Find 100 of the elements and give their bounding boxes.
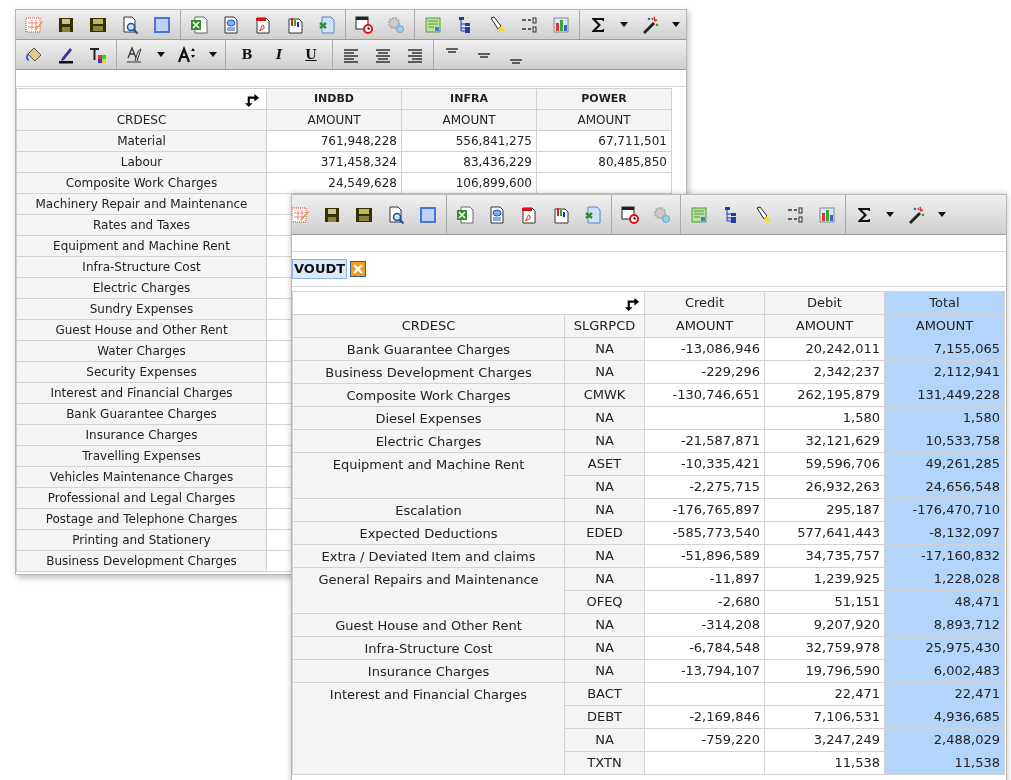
row-header: CRDESC bbox=[16, 109, 267, 131]
table-cell: 2,488,029 bbox=[884, 728, 1005, 752]
bold-button[interactable]: B bbox=[234, 43, 260, 66]
row-label: Guest House and Other Rent bbox=[16, 319, 267, 341]
row-label: Equipment and Machine Rent bbox=[292, 452, 565, 499]
spreadsheet-export-icon[interactable] bbox=[583, 204, 603, 225]
column-header: AMOUNT bbox=[644, 314, 765, 338]
pdf-icon[interactable] bbox=[253, 14, 273, 35]
table-cell: 295,187 bbox=[764, 498, 885, 522]
table-cell: -176,765,897 bbox=[644, 498, 765, 522]
table-cell: -2,275,715 bbox=[644, 475, 765, 499]
table-cell: 19,796,590 bbox=[764, 659, 885, 683]
table-cell: 1,228,028 bbox=[884, 567, 1005, 591]
chart-icon[interactable] bbox=[551, 14, 571, 35]
column-header[interactable]: Total bbox=[884, 291, 1005, 315]
frame-icon[interactable] bbox=[418, 204, 438, 225]
spreadsheet-icon[interactable] bbox=[455, 204, 475, 225]
row-label: Bank Guarantee Charges bbox=[292, 337, 565, 361]
table-cell: -8,132,097 bbox=[884, 521, 1005, 545]
highlighter-icon[interactable] bbox=[753, 204, 773, 225]
table-cell: 8,893,712 bbox=[884, 613, 1005, 637]
italic-button[interactable]: I bbox=[266, 43, 292, 66]
highlighter-icon[interactable] bbox=[487, 14, 507, 35]
pdf-icon[interactable] bbox=[519, 204, 539, 225]
table-cell: -51,896,589 bbox=[644, 544, 765, 568]
sheet-icon[interactable] bbox=[689, 204, 709, 225]
caret-icon[interactable] bbox=[672, 22, 680, 27]
table-cell: 7,106,531 bbox=[764, 705, 885, 729]
table-cell: 1,580 bbox=[884, 406, 1005, 430]
table-cell: 48,471 bbox=[884, 590, 1005, 614]
table-cell: 25,975,430 bbox=[884, 636, 1005, 660]
table-cell: -11,897 bbox=[644, 567, 765, 591]
table-cell: 49,261,285 bbox=[884, 452, 1005, 476]
table-cell: -10,335,421 bbox=[644, 452, 765, 476]
caret-icon[interactable] bbox=[886, 212, 894, 217]
caret-icon[interactable] bbox=[157, 52, 165, 57]
frame-icon[interactable] bbox=[152, 14, 172, 35]
font-size-icon[interactable] bbox=[177, 44, 197, 65]
row-label: Expected Deductions bbox=[292, 521, 565, 545]
row-label: Material bbox=[16, 130, 267, 152]
pivot-icon[interactable] bbox=[245, 91, 260, 107]
row-label: Equipment and Machine Rent bbox=[16, 235, 267, 257]
remove-icon[interactable] bbox=[350, 261, 367, 277]
column-header[interactable]: POWER bbox=[536, 88, 672, 110]
column-header[interactable]: INFRA bbox=[401, 88, 537, 110]
font-style-icon[interactable] bbox=[125, 44, 145, 65]
table-cell: 262,195,879 bbox=[764, 383, 885, 407]
table-cell: -759,220 bbox=[644, 728, 765, 752]
table-cell: 59,596,706 bbox=[764, 452, 885, 476]
calendar-clock-icon[interactable] bbox=[620, 204, 640, 225]
row-label: Electric Charges bbox=[16, 277, 267, 299]
page-magnifier-icon[interactable] bbox=[120, 14, 140, 35]
caret-icon[interactable] bbox=[620, 22, 628, 27]
row-label: Guest House and Other Rent bbox=[292, 613, 565, 637]
web-page-icon[interactable] bbox=[221, 14, 241, 35]
table-cell: 2,112,941 bbox=[884, 360, 1005, 384]
sheet-icon[interactable] bbox=[423, 14, 443, 35]
table-cell: 22,471 bbox=[764, 682, 885, 706]
column-header[interactable]: Debit bbox=[764, 291, 885, 315]
table-cell: 7,155,065 bbox=[884, 337, 1005, 361]
row-label: Composite Work Charges bbox=[16, 172, 267, 194]
table-cell: 10,533,758 bbox=[884, 429, 1005, 453]
caret-icon[interactable] bbox=[209, 52, 217, 57]
web-page-icon[interactable] bbox=[487, 204, 507, 225]
table-cell: 11,538 bbox=[884, 751, 1005, 775]
row-header: CRDESC bbox=[292, 314, 565, 338]
pivot-icon[interactable] bbox=[625, 295, 640, 311]
table-cell: 26,932,263 bbox=[764, 475, 885, 499]
table-cell: -6,784,548 bbox=[644, 636, 765, 660]
table-cell: -13,086,946 bbox=[644, 337, 765, 361]
spreadsheet-export-icon[interactable] bbox=[317, 14, 337, 35]
table-cell: 4,936,685 bbox=[884, 705, 1005, 729]
underline-button[interactable]: U bbox=[298, 43, 324, 66]
row-label: Composite Work Charges bbox=[292, 383, 565, 407]
row-label: Rates and Taxes bbox=[16, 214, 267, 236]
row-label: Insurance Charges bbox=[292, 659, 565, 683]
table-cell: 11,538 bbox=[764, 751, 885, 775]
table-cell: -17,160,832 bbox=[884, 544, 1005, 568]
row-label: Escalation bbox=[292, 498, 565, 522]
row-label: Travelling Expenses bbox=[16, 445, 267, 467]
column-header[interactable]: INDBD bbox=[266, 88, 402, 110]
table-cell: 32,121,629 bbox=[764, 429, 885, 453]
row-label: General Repairs and Maintenance bbox=[292, 567, 565, 614]
table-cell: -229,296 bbox=[644, 360, 765, 384]
calendar-clock-icon[interactable] bbox=[354, 14, 374, 35]
table-cell: 24,656,548 bbox=[884, 475, 1005, 499]
table-cell: 6,002,483 bbox=[884, 659, 1005, 683]
table-cell: 1,580 bbox=[764, 406, 885, 430]
row-label: Infra-Structure Cost bbox=[16, 256, 267, 278]
column-header[interactable]: Credit bbox=[644, 291, 765, 315]
chart-icon[interactable] bbox=[817, 204, 837, 225]
caret-icon[interactable] bbox=[938, 212, 946, 217]
spreadsheet-icon[interactable] bbox=[189, 14, 209, 35]
row-label: Water Charges bbox=[16, 340, 267, 362]
filter-chip[interactable]: VOUDT bbox=[292, 259, 348, 279]
page-magnifier-icon[interactable] bbox=[386, 204, 406, 225]
row-label: Sundry Expenses bbox=[16, 298, 267, 320]
table-cell: 51,151 bbox=[764, 590, 885, 614]
row-label: Electric Charges bbox=[292, 429, 565, 453]
row-label: Professional and Legal Charges bbox=[16, 487, 267, 509]
